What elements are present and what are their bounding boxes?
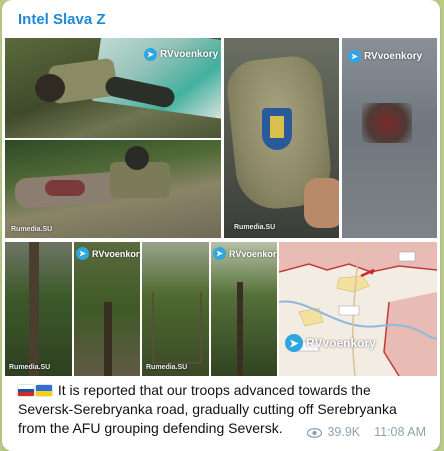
message-time: 11:08 AM [374,425,426,439]
media-photo-2[interactable]: Rumedia.SU [5,140,221,238]
watermark-rumedia: Rumedia.SU [11,226,53,233]
eye-icon [307,427,323,438]
telegram-icon: ➤ [144,48,157,61]
media-photo-3[interactable]: Rumedia.SU [224,38,339,238]
media-photo-6[interactable]: ➤ RVvoenkory [74,242,140,376]
ukraine-flag-icon [36,385,52,396]
telegram-icon: ➤ [285,334,303,352]
telegram-icon: ➤ [213,247,226,260]
watermark-rvvoenkory: ➤ RVvoenkory [144,48,218,61]
media-map[interactable]: ➤ RVvoenkory [279,242,437,376]
media-photo-7[interactable]: Rumedia.SU [142,242,209,376]
message-bubble: Intel Slava Z ➤ RVvoenkory Rumedia.SU Ru… [2,0,440,451]
watermark-rumedia: Rumedia.SU [234,224,276,231]
russia-flag-icon [18,385,34,396]
channel-name[interactable]: Intel Slava Z [18,11,106,28]
media-photo-1[interactable]: ➤ RVvoenkory [5,38,221,138]
view-count: 39.9K [327,425,361,439]
telegram-icon: ➤ [76,247,89,260]
telegram-icon: ➤ [348,50,361,63]
watermark-rvvoenkory: ➤ RVvoenkory [76,247,140,260]
watermark-rumedia: Rumedia.SU [146,364,188,371]
message-meta: 39.9K 11:08 AM [307,425,426,439]
map-graphic [279,242,437,376]
watermark-rumedia: Rumedia.SU [9,364,51,371]
media-photo-4[interactable]: ➤ RVvoenkory [342,38,437,238]
media-photo-8[interactable]: ➤ RVvoenkory [211,242,277,376]
watermark-rvvoenkory: ➤ RVvoenkory [285,334,376,352]
media-photo-5[interactable]: Rumedia.SU [5,242,72,376]
watermark-rvvoenkory: ➤ RVvoenkory [348,50,422,63]
watermark-rvvoenkory: ➤ RVvoenkory [213,247,277,260]
